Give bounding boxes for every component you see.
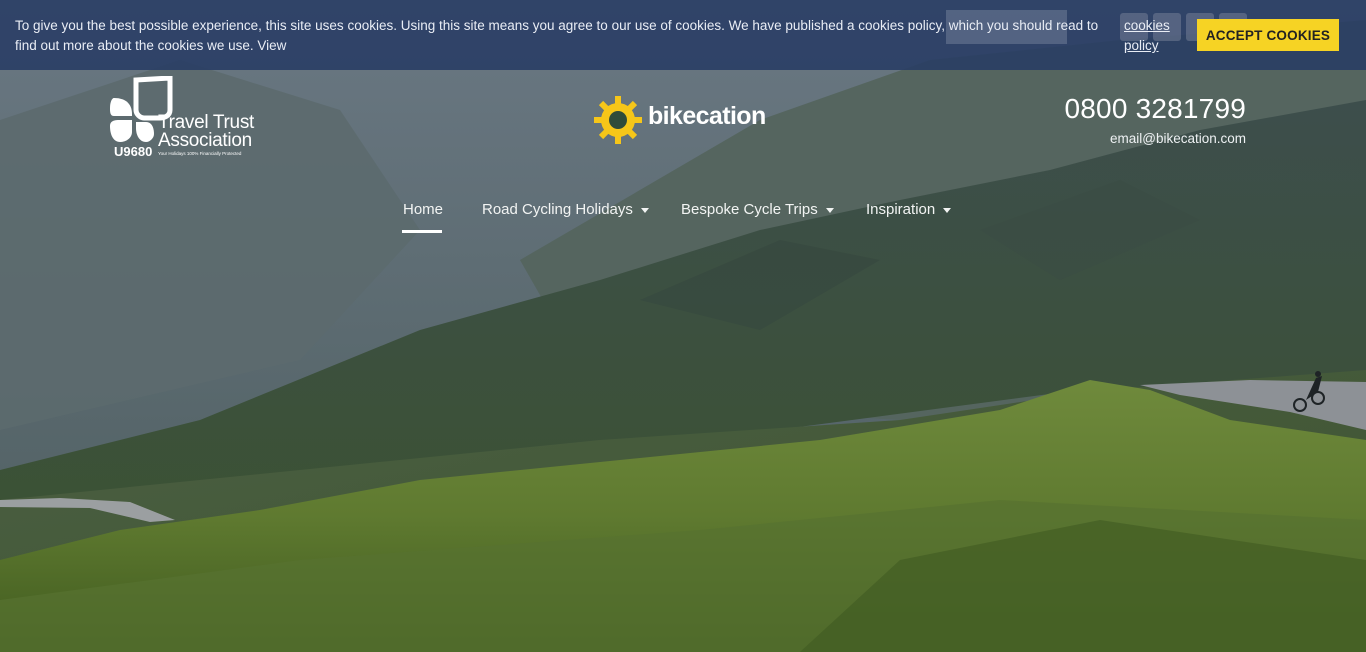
travel-trust-association-logo[interactable]: Travel Trust Association U9680 Your Holi… (106, 76, 266, 160)
nav-home-label: Home (403, 201, 444, 218)
active-nav-indicator (402, 230, 442, 233)
nav-inspiration[interactable]: Inspiration (866, 201, 952, 218)
nav-bespoke-cycle-trips-label: Bespoke Cycle Trips (681, 201, 818, 218)
caret-down-icon (640, 207, 649, 213)
tta-line2: Association (158, 130, 252, 151)
nav-home[interactable]: Home (403, 201, 443, 218)
email-link[interactable]: email@bikecation.com (1110, 131, 1246, 146)
main-navigation: Home Road Cycling Holidays Bespoke Cycle… (0, 196, 1366, 236)
nav-road-cycling-holidays[interactable]: Road Cycling Holidays (482, 201, 649, 218)
cookies-policy-link[interactable]: cookies policy (1124, 16, 1184, 56)
cookie-banner: To give you the best possible experience… (0, 0, 1366, 70)
nav-bespoke-cycle-trips[interactable]: Bespoke Cycle Trips (681, 201, 834, 218)
brand-name: bikecation (648, 102, 766, 130)
sun-logo-icon (594, 96, 642, 144)
tta-membership-code: U9680 (114, 144, 153, 159)
phone-number-link[interactable]: 0800 3281799 (1065, 93, 1246, 125)
accept-cookies-button[interactable]: ACCEPT COOKIES (1197, 19, 1339, 51)
cookie-message: To give you the best possible experience… (15, 18, 1099, 53)
nav-inspiration-label: Inspiration (866, 201, 936, 218)
caret-down-icon (825, 207, 834, 213)
tta-tagline: Your Holidays 100% Financially Protected (158, 151, 242, 156)
nav-road-cycling-holidays-label: Road Cycling Holidays (482, 201, 633, 218)
caret-down-icon (943, 207, 952, 213)
bikecation-logo[interactable]: bikecation (594, 96, 774, 144)
